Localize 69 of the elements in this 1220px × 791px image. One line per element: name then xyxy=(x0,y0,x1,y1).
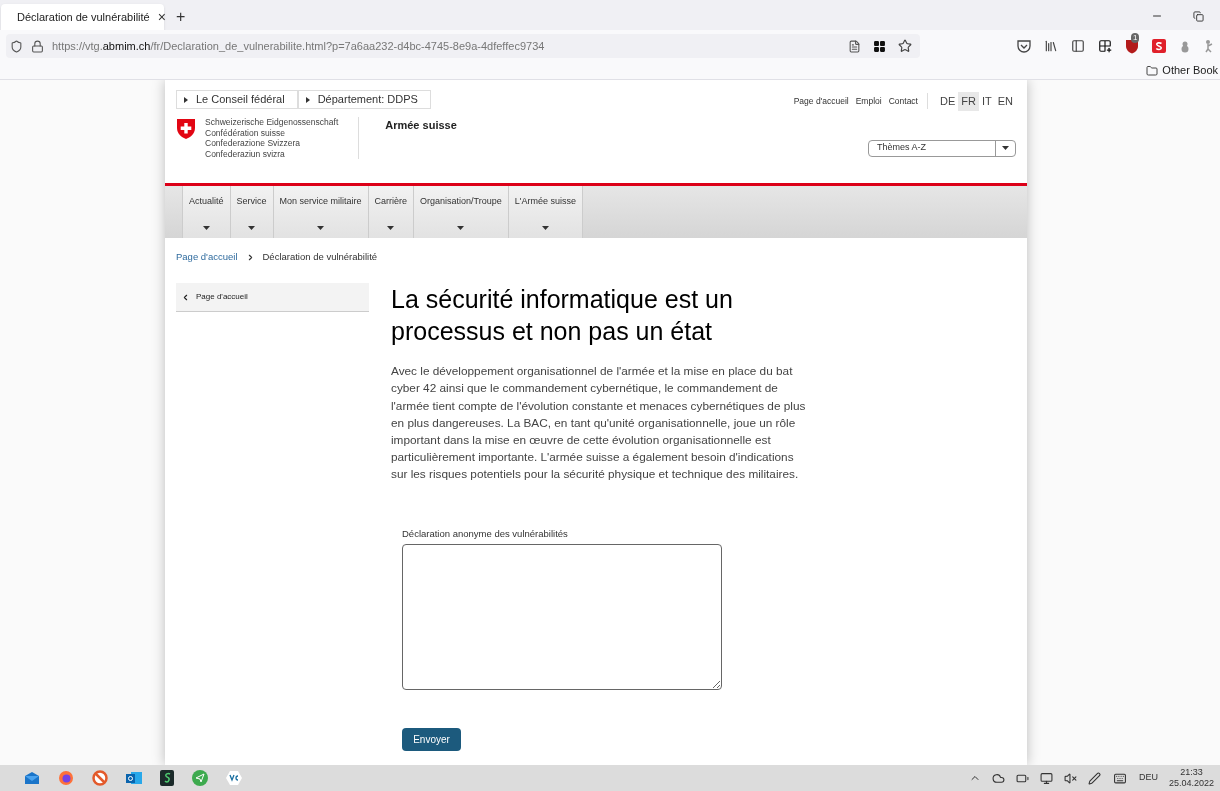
caret-icon xyxy=(457,226,465,230)
nav-item[interactable]: Actualité xyxy=(182,186,230,238)
browser-tab[interactable]: Déclaration de vulnérabilité × xyxy=(1,4,164,30)
cloud-icon[interactable] xyxy=(991,771,1005,785)
vc-app-icon[interactable] xyxy=(226,771,242,785)
folder-icon[interactable] xyxy=(1146,64,1159,77)
submit-button[interactable]: Envoyer xyxy=(402,727,461,751)
triangle-icon xyxy=(184,96,188,103)
nav-item[interactable]: Organisation/Troupe xyxy=(413,186,508,238)
shield-icon[interactable] xyxy=(10,39,23,53)
clock[interactable]: 21:33 25.04.2022 xyxy=(1168,767,1214,789)
top-link[interactable]: Le Conseil fédéral xyxy=(176,90,298,109)
figure-extension-icon[interactable] xyxy=(1204,39,1214,53)
keyboard-icon[interactable] xyxy=(1111,771,1128,785)
pocket-icon[interactable] xyxy=(1017,39,1031,53)
caret-icon xyxy=(202,226,210,230)
s-app-icon[interactable] xyxy=(160,770,174,786)
site-name: Armée suisse xyxy=(385,118,457,133)
language-link[interactable]: DE xyxy=(937,92,959,111)
pen-icon[interactable] xyxy=(1087,771,1101,785)
chevron-left-icon xyxy=(181,292,190,302)
library-icon[interactable] xyxy=(1044,39,1058,53)
shield-extension-icon[interactable] xyxy=(1125,38,1139,54)
meta-link[interactable]: Emploi xyxy=(855,94,882,108)
swiss-shield-icon xyxy=(176,118,196,140)
breadcrumb-current: Déclaration de vulnérabilité xyxy=(262,250,378,264)
language-link[interactable]: EN xyxy=(994,92,1016,111)
mail-client-app-icon[interactable] xyxy=(126,771,142,785)
send-app-icon[interactable] xyxy=(192,770,208,786)
confederation-wordmark: Schweizerische Eidgenossenschaft Confédération suisse Confederazione Svizzera Confederaziun svizra xyxy=(205,117,360,159)
back-link[interactable]: Page d'accueil xyxy=(176,283,369,313)
restore-icon[interactable] xyxy=(1193,11,1204,22)
caret-icon xyxy=(317,226,325,230)
nav-item[interactable]: Mon service militaire xyxy=(272,186,368,238)
caret-icon xyxy=(541,226,549,230)
sidebar-icon[interactable] xyxy=(1071,39,1085,53)
input-language[interactable]: DEU xyxy=(1138,771,1158,785)
caret-icon xyxy=(248,226,256,230)
browser-app-icon[interactable] xyxy=(58,770,74,786)
top-link[interactable]: Département: DDPS xyxy=(297,90,431,109)
nav-item[interactable]: L'Armée suisse xyxy=(507,186,584,238)
grid-icon[interactable] xyxy=(873,39,886,53)
extension-badge: 1 xyxy=(1131,32,1140,43)
meta-link[interactable]: Contact xyxy=(888,94,918,108)
themes-dropdown[interactable]: Thèmes A-Z xyxy=(868,139,1016,157)
breadcrumb-link[interactable]: Page d'accueil xyxy=(176,250,238,265)
meta-link[interactable]: Page d'accueil xyxy=(793,94,849,108)
mail-app-icon[interactable] xyxy=(24,771,40,785)
nav-item[interactable]: Carrière xyxy=(367,186,414,238)
url-field[interactable]: https://vtg.abmim.ch/fr/Declaration_de_vulnerabilite.html?p=7a6aa232-d4bc-4745-8e9a-4dfeffec9734 xyxy=(6,34,920,58)
close-tab-button[interactable]: × xyxy=(157,10,166,24)
muted-speaker-icon[interactable] xyxy=(1063,771,1077,785)
no-sign-app-icon[interactable] xyxy=(92,770,108,786)
bookmark-folder[interactable]: Other Book xyxy=(1162,62,1218,79)
s-extension-icon[interactable] xyxy=(1152,39,1166,53)
caret-icon xyxy=(1002,146,1009,150)
page-heading: La sécurité informatique est un processus et non pas un état xyxy=(391,284,734,348)
language-link[interactable]: IT xyxy=(978,92,995,111)
language-link[interactable]: FR xyxy=(958,92,979,111)
nav-item[interactable]: Service xyxy=(229,186,273,238)
caret-icon xyxy=(387,226,395,230)
bookmark-star-icon[interactable] xyxy=(898,39,912,53)
intro-paragraph: Avec le développement organisationnel de l'armée et la mise en place du bat cyber 42 ainsi que le commandement cybernétique, le commandement de l'armée tient compte de l'évolution constante et menaces cybernétiques de plus en plus dangereuses. La BAC, en tant qu'unité organisationnelle, joue un rôle important dans la mise en œuvre de cette évolution organisationnelle est particulièrement importante. L'armée suisse a également besoin d'indications sur les risques potentiels pour la sécurité physique et technique des militaires. xyxy=(391,363,807,484)
lock-icon[interactable] xyxy=(31,39,44,53)
new-tab-button[interactable]: + xyxy=(164,4,198,30)
field-label: Déclaration anonyme des vulnérabilités xyxy=(402,526,569,541)
triangle-icon xyxy=(305,96,310,103)
grid-plus-icon[interactable] xyxy=(1098,39,1112,53)
reader-view-icon[interactable] xyxy=(848,39,861,53)
